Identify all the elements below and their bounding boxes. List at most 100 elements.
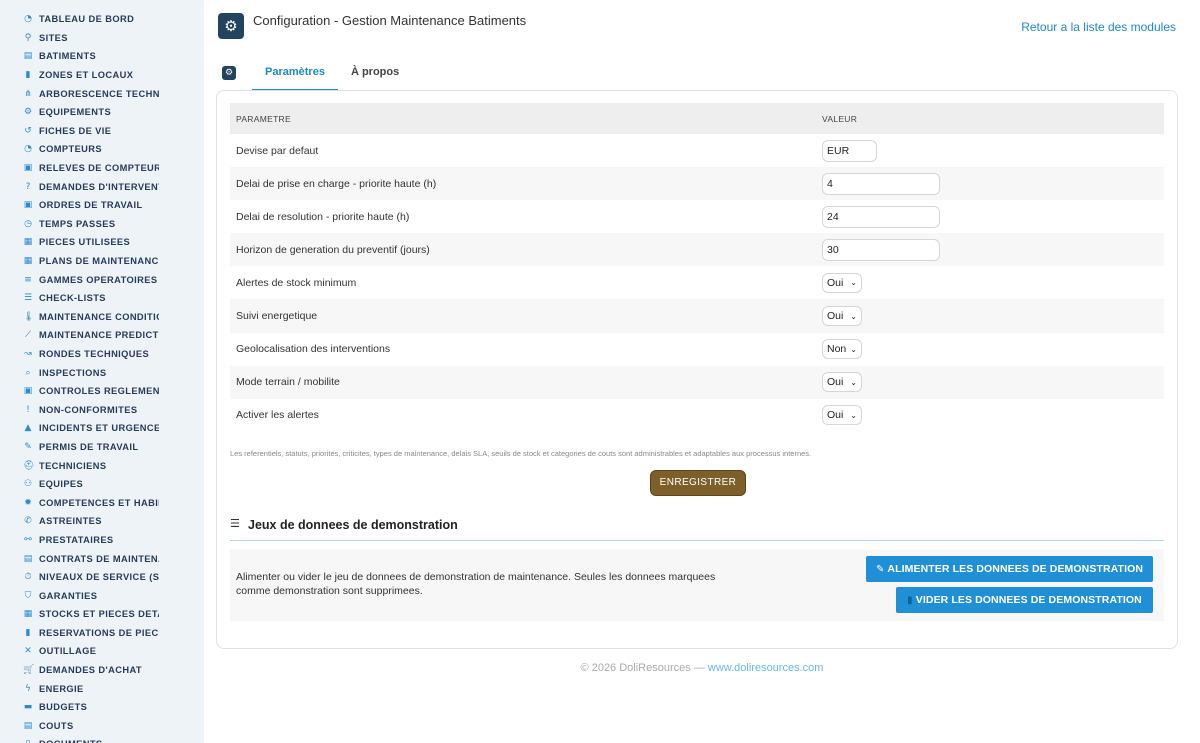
sidebar-item-fiches-de-vie[interactable]: ↺ FICHES DE VIE — [0, 122, 204, 141]
sidebar-item-pieces-utilisees[interactable]: ▦ PIECES UTILISEES — [0, 233, 204, 252]
sidebar-item-batiments[interactable]: ▤ BATIMENTS — [0, 47, 204, 66]
param-value-cell — [816, 200, 1164, 233]
sidebar-item-label: SITES — [39, 32, 68, 43]
sidebar-item-contrats-de-maintena[interactable]: ▤ CONTRATS DE MAINTENA — [0, 549, 204, 568]
sidebar-item-temps-passes[interactable]: ◷ TEMPS PASSES — [0, 215, 204, 234]
sidebar-item-zones-et-locaux[interactable]: ▮ ZONES ET LOCAUX — [0, 66, 204, 85]
sidebar-item-check-lists[interactable]: ☰ CHECK-LISTS — [0, 289, 204, 308]
footer-website-link[interactable]: www.doliresources.com — [708, 662, 824, 674]
sidebar-item-reservations-de-piece[interactable]: ▮ RESERVATIONS DE PIECE — [0, 624, 204, 643]
sidebar-item-label: EQUIPES — [39, 479, 84, 490]
sidebar-item-label: CHECK-LISTS — [39, 293, 106, 304]
param-input[interactable] — [822, 172, 940, 195]
sidebar-item-competences-et-habil[interactable]: ✹ COMPETENCES ET HABIL — [0, 493, 204, 512]
sidebar-item-label: BUDGETS — [39, 702, 88, 713]
param-select[interactable]: Oui ⌄ — [822, 372, 862, 393]
sidebar-item-techniciens[interactable]: ⛑ TECHNICIENS — [0, 456, 204, 475]
module-gear-icon: ⚙ — [218, 13, 244, 39]
tab-a-propos[interactable]: À propos — [338, 60, 412, 91]
dashboard-icon: ◔ — [24, 14, 32, 25]
sidebar-item-sites[interactable]: ⚲ SITES — [0, 29, 204, 48]
param-label: Activer les alertes — [236, 409, 319, 422]
chevron-down-icon: ⌄ — [850, 410, 857, 420]
sidebar-item-label: DEMANDES D'ACHAT — [39, 665, 142, 676]
sidebar-item-maintenance-predicti[interactable]: ⟋ MAINTENANCE PREDICTI — [0, 326, 204, 345]
chevron-down-icon: ⌄ — [850, 377, 857, 387]
sidebar-item-astreintes[interactable]: ✆ ASTREINTES — [0, 512, 204, 531]
sidebar-item-prestataires[interactable]: ⚯ PRESTATAIRES — [0, 531, 204, 550]
cubes-icon: ▦ — [23, 609, 33, 620]
sidebar-item-stocks-et-pieces-deta[interactable]: ▦ STOCKS ET PIECES DETA — [0, 605, 204, 624]
sidebar-item-gammes-operatoires[interactable]: ≡ GAMMES OPERATOIRES — [0, 270, 204, 289]
sidebar-item-demandes-d-intervent[interactable]: ? DEMANDES D'INTERVENT — [0, 177, 204, 196]
sidebar-item-arborescence-techni[interactable]: ⋔ ARBORESCENCE TECHNI — [0, 84, 204, 103]
param-row: Alertes de stock minimum Oui ⌄ — [230, 266, 1164, 299]
sidebar-item-niveaux-de-service-sl[interactable]: ⏱ NIVEAUX DE SERVICE (SL — [0, 568, 204, 587]
sidebar-item-label: TECHNICIENS — [39, 460, 107, 471]
param-input[interactable] — [822, 238, 940, 261]
sidebar-item-permis-de-travail[interactable]: ✎ PERMIS DE TRAVAIL — [0, 438, 204, 457]
sidebar-item-budgets[interactable]: ▬ BUDGETS — [0, 698, 204, 717]
param-value-cell: Oui ⌄ — [816, 365, 1164, 399]
cogs-icon: ⚙ — [23, 107, 33, 118]
module-tab-icon: ⚙ — [222, 66, 236, 80]
magic-wand-icon: ✎ — [875, 564, 885, 575]
sidebar-item-tableau-de-bord[interactable]: ◔ TABLEAU DE BORD — [0, 10, 204, 29]
main-content: ⚙ Configuration - Gestion Maintenance Ba… — [204, 0, 1200, 743]
thermometer-icon: 🌡 — [23, 311, 35, 322]
file-signature-icon: ✎ — [24, 441, 32, 452]
sidebar-item-label: ARBORESCENCE TECHNI — [39, 88, 159, 99]
feed-demo-data-button[interactable]: ✎ ALIMENTER LES DONNEES DE DEMONSTRATION — [866, 556, 1153, 582]
sidebar-item-ordres-de-travail[interactable]: ▣ ORDRES DE TRAVAIL — [0, 196, 204, 215]
shield-icon: ⛉ — [24, 590, 32, 601]
sidebar-item-label: RELEVES DE COMPTEURS — [39, 163, 159, 174]
sidebar-item-incidents-et-urgences[interactable]: ▲ INCIDENTS ET URGENCES — [0, 419, 204, 438]
sidebar-item-documents[interactable]: ▯ DOCUMENTS — [0, 735, 204, 743]
tab-parametres[interactable]: Paramètres — [252, 60, 338, 91]
sidebar-item-garanties[interactable]: ⛉ GARANTIES — [0, 586, 204, 605]
sidebar-item-label: INSPECTIONS — [39, 367, 107, 378]
param-label: Alertes de stock minimum — [236, 276, 357, 289]
save-button[interactable]: ENREGISTRER — [650, 470, 746, 496]
param-input[interactable] — [822, 139, 877, 162]
param-select[interactable]: Oui ⌄ — [822, 272, 862, 293]
sidebar-item-label: OUTILLAGE — [39, 646, 97, 657]
param-row: Devise par defaut — [230, 134, 1164, 167]
sidebar-item-releves-de-compteurs[interactable]: ▣ RELEVES DE COMPTEURS — [0, 159, 204, 178]
building-icon: ▤ — [23, 51, 33, 62]
param-value-cell — [816, 233, 1164, 267]
sidebar-item-equipements[interactable]: ⚙ EQUIPEMENTS — [0, 103, 204, 122]
sidebar-item-label: EQUIPEMENTS — [39, 107, 112, 118]
param-value-cell — [816, 167, 1164, 201]
clipboard-list-icon: ▣ — [23, 386, 33, 397]
sidebar-item-non-conformites[interactable]: ! NON-CONFORMITES — [0, 400, 204, 419]
sidebar-item-label: GAMMES OPERATOIRES — [39, 274, 158, 285]
param-row: Horizon de generation du preventif (jour… — [230, 233, 1164, 267]
sidebar-item-energie[interactable]: ϟ ENERGIE — [0, 679, 204, 698]
param-value-cell: Non ⌄ — [816, 333, 1164, 366]
param-label: Horizon de generation du preventif (jour… — [230, 233, 816, 267]
sidebar-item-outillage[interactable]: ✕ OUTILLAGE — [0, 642, 204, 661]
param-label: Devise par defaut — [236, 144, 319, 157]
sidebar-item-compteurs[interactable]: ◔ COMPTEURS — [0, 140, 204, 159]
param-row: Geolocalisation des interventions Non ⌄ — [230, 333, 1164, 366]
params-header-row: PARAMETRE VALEUR — [230, 103, 1164, 134]
param-select[interactable]: Oui ⌄ — [822, 306, 862, 327]
sidebar-item-equipes[interactable]: ⚇ EQUIPES — [0, 475, 204, 494]
params-table: PARAMETRE VALEUR Devise par defaut Delai … — [230, 103, 1164, 432]
back-to-modules-link[interactable]: Retour a la liste des modules — [1021, 20, 1176, 34]
sidebar-item-controles-reglement[interactable]: ▣ CONTROLES REGLEMENT — [0, 382, 204, 401]
sidebar-item-plans-de-maintenance[interactable]: ▦ PLANS DE MAINTENANCE — [0, 252, 204, 271]
sidebar-item-demandes-d-achat[interactable]: 🛒 DEMANDES D'ACHAT — [0, 661, 204, 680]
param-select[interactable]: Oui ⌄ — [822, 405, 862, 426]
sidebar-item-couts[interactable]: ▤ COUTS — [0, 717, 204, 736]
clipboard-icon: ▣ — [23, 163, 33, 174]
sidebar-item-maintenance-conditio[interactable]: 🌡 MAINTENANCE CONDITIO — [0, 308, 204, 327]
sidebar-item-label: TABLEAU DE BORD — [39, 14, 135, 25]
sidebar-item-inspections[interactable]: ⌕ INSPECTIONS — [0, 363, 204, 382]
sidebar-item-rondes-techniques[interactable]: ↝ RONDES TECHNIQUES — [0, 345, 204, 364]
sidebar-item-label: FICHES DE VIE — [39, 125, 112, 136]
param-select[interactable]: Non ⌄ — [822, 339, 862, 360]
clear-demo-data-button[interactable]: ▮ VIDER LES DONNEES DE DEMONSTRATION — [896, 587, 1153, 613]
param-input[interactable] — [822, 205, 940, 228]
